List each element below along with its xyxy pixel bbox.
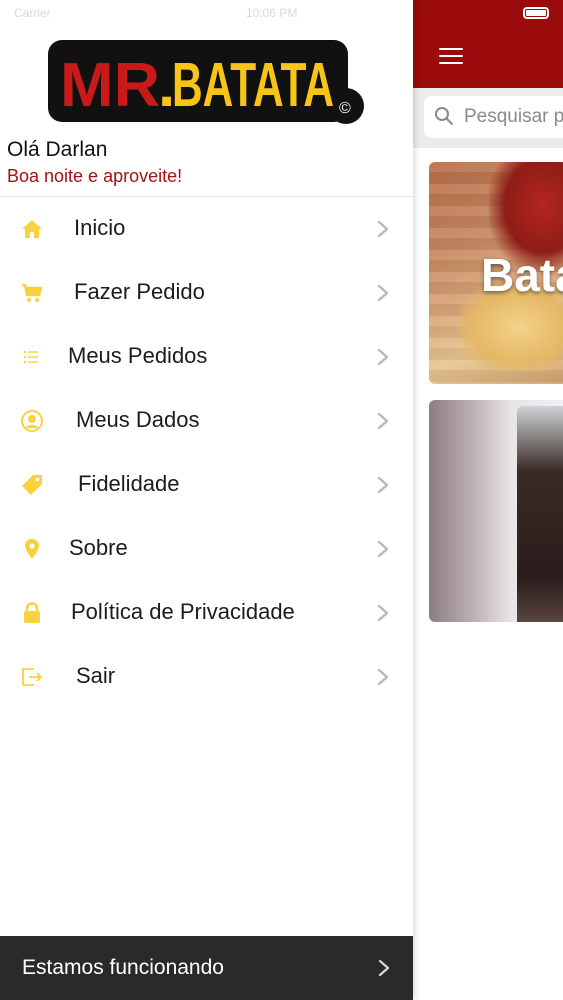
chevron-right-icon (377, 284, 389, 302)
menu-item-label: Sobre (69, 535, 128, 560)
user-icon (21, 410, 43, 432)
menu-item-sair[interactable]: Sair (0, 645, 413, 709)
search-area (413, 88, 563, 148)
status-time: 10:06 PM (246, 6, 298, 20)
drink-image (517, 406, 563, 622)
category-card-title: Bata (481, 249, 563, 301)
search-icon (435, 107, 453, 125)
menu-item-politica-privacidade[interactable]: Política de Privacidade (0, 581, 413, 645)
list-icon (23, 350, 38, 364)
menu-item-label: Inicio (74, 215, 126, 240)
menu-item-meus-dados[interactable]: Meus Dados (0, 389, 413, 453)
menu-item-label: Fazer Pedido (74, 279, 205, 304)
footer-status-label: Estamos funcionando (22, 956, 224, 979)
chevron-right-icon (377, 220, 389, 238)
chevron-right-icon (377, 348, 389, 366)
chevron-right-icon (377, 476, 389, 494)
menu-item-inicio[interactable]: Inicio (0, 197, 413, 261)
category-card-batatas[interactable]: Bata (429, 162, 563, 384)
lock-icon (24, 602, 40, 623)
menu-item-label: Meus Dados (76, 407, 200, 432)
status-carrier: Carrier (14, 6, 51, 20)
menu-item-label: Meus Pedidos (68, 343, 208, 368)
svg-text:©: © (339, 100, 351, 117)
search-box[interactable] (424, 96, 563, 138)
mr-batata-logo: MR . BATATA © (48, 40, 364, 124)
search-input[interactable] (464, 106, 563, 128)
chevron-right-icon (377, 540, 389, 558)
cart-icon (22, 283, 43, 302)
category-card-bebidas[interactable] (429, 400, 563, 622)
menu-item-fazer-pedido[interactable]: Fazer Pedido (0, 261, 413, 325)
svg-text:MR: MR (60, 51, 160, 120)
menu-item-label: Sair (76, 663, 116, 688)
chevron-right-icon (377, 604, 389, 622)
app-bar (413, 0, 563, 88)
menu-item-meus-pedidos[interactable]: Meus Pedidos (0, 325, 413, 389)
battery-icon (523, 7, 549, 19)
chevron-right-icon (378, 959, 390, 977)
menu-item-sobre[interactable]: Sobre (0, 517, 413, 581)
menu-hamburger-icon[interactable] (439, 48, 465, 66)
drawer-menu: Inicio Fazer Pedido Meus Pedidos Meus Da… (0, 197, 413, 709)
home-icon (22, 220, 42, 238)
menu-item-label: Política de Privacidade (71, 599, 295, 624)
navigation-drawer: Carrier 10:06 PM MR . BATATA © Olá Darla… (0, 0, 413, 1000)
chevron-right-icon (377, 668, 389, 686)
location-pin-icon (25, 539, 39, 559)
menu-item-label: Fidelidade (78, 471, 180, 496)
main-content: Bata (413, 0, 563, 1000)
tag-icon (22, 475, 42, 495)
subgreeting-text: Boa noite e aproveite! (7, 166, 183, 186)
svg-text:BATATA: BATATA (172, 51, 334, 120)
logout-icon (22, 668, 43, 686)
status-footer[interactable]: Estamos funcionando (0, 936, 413, 1000)
chevron-right-icon (377, 412, 389, 430)
menu-item-fidelidade[interactable]: Fidelidade (0, 453, 413, 517)
greeting-text: Olá Darlan (7, 138, 108, 161)
